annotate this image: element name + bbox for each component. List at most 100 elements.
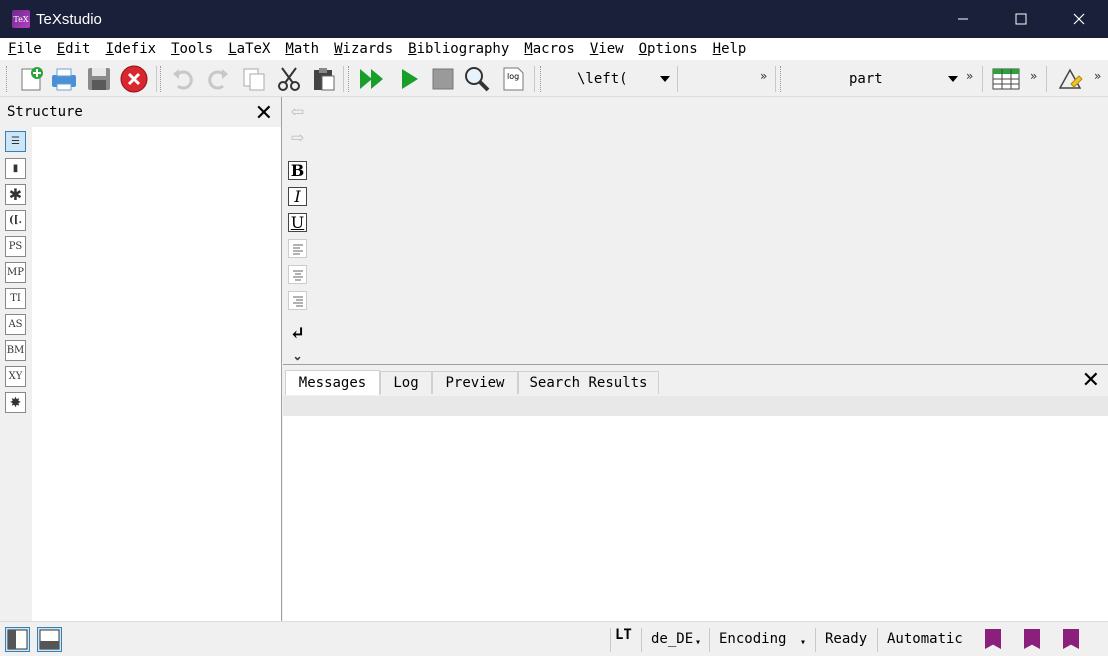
close-document-button[interactable]: [120, 65, 148, 93]
bold-button[interactable]: B: [288, 161, 307, 180]
structure-side-rail: ☰ ▮ ✱ ([. PS MP TI AS BM XY ✸: [0, 127, 32, 621]
align-left-button[interactable]: [288, 239, 307, 258]
tab-messages[interactable]: Messages: [285, 370, 380, 395]
toolbar-grip[interactable]: [6, 66, 9, 92]
metapost-button[interactable]: MP: [5, 262, 26, 283]
log-file-icon: log: [503, 67, 524, 91]
status-ready: Ready: [825, 631, 868, 647]
triangle-pencil-icon: [1058, 68, 1083, 89]
menu-view[interactable]: View: [590, 41, 624, 57]
status-separator: [610, 628, 611, 652]
tab-search-results[interactable]: Search Results: [518, 371, 659, 394]
language-dropdown-icon[interactable]: ▾: [695, 637, 701, 648]
spellcheck-language[interactable]: de_DE: [651, 631, 693, 647]
maximize-button[interactable]: [992, 0, 1050, 38]
close-messages-icon[interactable]: ✕: [1082, 368, 1100, 393]
structure-panel: Structure ✕ ☰ ▮ ✱ ([. PS MP TI AS BM XY …: [0, 97, 282, 621]
close-circle-icon: [120, 65, 148, 93]
align-center-button[interactable]: [288, 265, 307, 284]
menu-options[interactable]: Options: [639, 41, 698, 57]
newline-button[interactable]: ↵: [288, 323, 307, 344]
tab-preview[interactable]: Preview: [432, 371, 518, 394]
align-right-button[interactable]: [288, 291, 307, 310]
messages-tab-bar: Messages Log Preview Search Results ✕: [283, 366, 1108, 396]
menu-math[interactable]: Math: [285, 41, 319, 57]
copy-button[interactable]: [240, 65, 268, 93]
compile-mode[interactable]: Automatic: [887, 631, 963, 647]
new-file-button[interactable]: [17, 65, 45, 93]
title-bar: TeX TeXstudio: [0, 0, 1108, 38]
log-label: log: [507, 72, 519, 81]
toolbar-grip[interactable]: [348, 66, 351, 92]
view-log-button[interactable]: log: [499, 65, 527, 93]
tikz-button[interactable]: TI: [5, 288, 26, 309]
close-icon: [1073, 13, 1085, 25]
navigate-back-button[interactable]: ⇦: [288, 102, 307, 121]
asymptote-button[interactable]: AS: [5, 314, 26, 335]
menu-help[interactable]: Help: [713, 41, 747, 57]
minimize-button[interactable]: [934, 0, 992, 38]
toolbar-separator: [343, 66, 344, 92]
structure-view-button[interactable]: ☰: [5, 131, 26, 152]
toolbar-grip[interactable]: [780, 66, 783, 92]
menu-bar: File Edit Idefix Tools LaTeX Math Wizard…: [0, 38, 1108, 60]
section-combo[interactable]: part: [786, 68, 964, 90]
toolbar-overflow-chevron[interactable]: »: [760, 69, 767, 83]
menu-edit[interactable]: Edit: [57, 41, 91, 57]
pstricks-button[interactable]: PS: [5, 236, 26, 257]
toolbar-overflow-chevron[interactable]: »: [1030, 69, 1037, 83]
menu-file[interactable]: File: [8, 41, 42, 57]
italic-button[interactable]: I: [288, 187, 307, 206]
menu-tools[interactable]: Tools: [171, 41, 213, 57]
toggle-structure-panel-button[interactable]: [5, 627, 30, 652]
tab-log[interactable]: Log: [380, 371, 432, 394]
table-button[interactable]: [992, 65, 1020, 93]
close-structure-icon[interactable]: ✕: [255, 101, 273, 126]
menu-macros[interactable]: Macros: [524, 41, 575, 57]
toolbar-separator: [156, 66, 157, 92]
compile-button[interactable]: [395, 65, 423, 93]
menu-wizards[interactable]: Wizards: [334, 41, 393, 57]
paste-button[interactable]: [310, 65, 338, 93]
redo-button[interactable]: [204, 65, 232, 93]
toolbar-separator: [677, 66, 678, 92]
symbols-button[interactable]: ✱: [5, 184, 26, 205]
stop-compile-button[interactable]: [429, 65, 457, 93]
view-pdf-button[interactable]: [463, 65, 491, 93]
toggle-messages-panel-button[interactable]: [37, 627, 62, 652]
beamer-button[interactable]: BM: [5, 340, 26, 361]
build-and-view-button[interactable]: [358, 65, 386, 93]
special-symbols-button[interactable]: ✸: [5, 392, 26, 413]
draw-tools-button[interactable]: [1056, 65, 1084, 93]
toolbar-overflow-chevron[interactable]: »: [966, 69, 973, 83]
toolbar-grip[interactable]: [540, 66, 543, 92]
toolbar-overflow-chevron[interactable]: »: [1094, 69, 1101, 83]
undo-button[interactable]: [169, 65, 197, 93]
left-bracket-combo[interactable]: \left(: [548, 68, 676, 90]
toolbar-grip[interactable]: [160, 66, 163, 92]
menu-bibliography[interactable]: Bibliography: [408, 41, 509, 57]
bottom-panel-icon: [39, 629, 60, 650]
print-button[interactable]: [50, 65, 78, 93]
xymatrix-button[interactable]: XY: [5, 366, 26, 387]
toolbar-separator: [982, 66, 983, 92]
cut-button[interactable]: [275, 65, 303, 93]
close-button[interactable]: [1050, 0, 1108, 38]
bookmark-icon[interactable]: [1024, 629, 1040, 649]
encoding-dropdown-icon[interactable]: ▾: [800, 637, 806, 648]
menu-latex[interactable]: LaTeX: [228, 41, 270, 57]
bookmark-icon[interactable]: [1063, 629, 1079, 649]
menu-idefix[interactable]: Idefix: [105, 41, 156, 57]
left-panel-icon: [7, 629, 28, 650]
section-combo-value: part: [849, 71, 883, 87]
save-button[interactable]: [85, 65, 113, 93]
brackets-button[interactable]: ([.: [5, 210, 26, 231]
navigate-forward-button[interactable]: ⇨: [288, 128, 307, 147]
encoding-label[interactable]: Encoding: [719, 631, 786, 647]
editor-area: ⇦ ⇨ B I U ↵ ⌄: [283, 97, 1108, 365]
bookmark-icon[interactable]: [985, 629, 1001, 649]
languagetool-label[interactable]: LT: [615, 627, 632, 643]
underline-button[interactable]: U: [288, 213, 307, 232]
more-tools-chevron[interactable]: ⌄: [288, 346, 307, 365]
bookmarks-button[interactable]: ▮: [5, 158, 26, 179]
